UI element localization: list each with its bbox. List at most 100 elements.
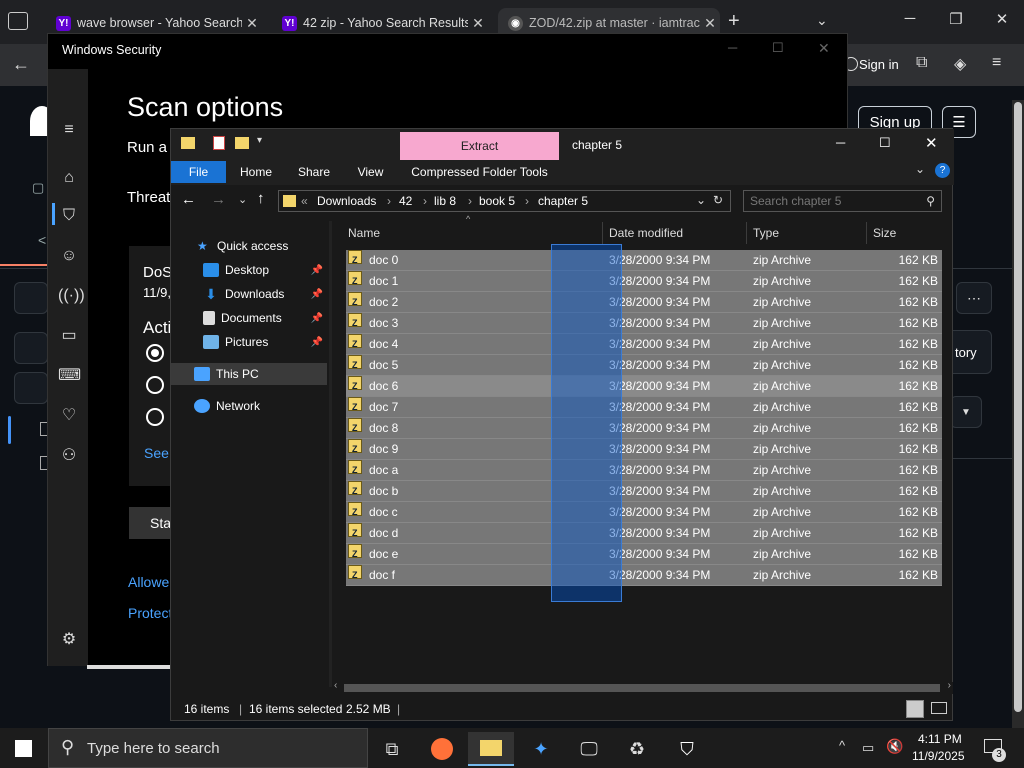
column-separator[interactable] bbox=[746, 222, 747, 244]
up-arrow-icon[interactable]: ↑ bbox=[257, 190, 265, 207]
qat-dropdown-icon[interactable]: ▾ bbox=[257, 135, 262, 146]
back-arrow-icon[interactable]: ← bbox=[12, 54, 30, 75]
file-row[interactable]: doc 8 3/28/2000 9:34 PM zip Archive 162 KB bbox=[346, 418, 942, 439]
allowed-threats-link[interactable]: Allowe bbox=[128, 574, 169, 590]
breadcrumb-downloads[interactable]: Downloads bbox=[317, 194, 376, 208]
close-icon[interactable]: ✕ bbox=[242, 15, 262, 32]
horizontal-scrollbar[interactable]: ‹ › bbox=[332, 680, 953, 694]
file-explorer-taskbar-icon[interactable] bbox=[468, 732, 514, 766]
properties-icon[interactable] bbox=[213, 136, 225, 150]
tab-view[interactable]: View bbox=[348, 161, 393, 183]
address-bar[interactable]: « Downloads › 42 › lib 8 › book 5 › chap… bbox=[278, 190, 731, 212]
file-row[interactable]: doc 3 3/28/2000 9:34 PM zip Archive 162 KB bbox=[346, 313, 942, 334]
firefox-icon[interactable] bbox=[419, 732, 465, 766]
page-scrollbar[interactable] bbox=[1012, 100, 1024, 728]
see-details-link[interactable]: See bbox=[144, 445, 169, 461]
radio-option-3[interactable] bbox=[146, 408, 164, 426]
file-row[interactable]: doc a 3/28/2000 9:34 PM zip Archive 162 KB bbox=[346, 460, 942, 481]
minimize-icon[interactable]: ─ bbox=[728, 40, 737, 55]
family-icon[interactable]: ⚇ bbox=[58, 445, 80, 467]
nav-network[interactable]: Network bbox=[171, 395, 327, 417]
file-row[interactable]: doc f 3/28/2000 9:34 PM zip Archive 162 KB bbox=[346, 565, 942, 586]
visual-studio-icon[interactable]: ✦ bbox=[518, 732, 564, 766]
protection-history-link[interactable]: Protect bbox=[128, 605, 172, 621]
extract-tab[interactable]: Extract bbox=[400, 132, 559, 160]
settings-gear-icon[interactable]: ⚙ bbox=[58, 629, 80, 651]
laptop-icon[interactable]: ⌨ bbox=[58, 365, 81, 387]
file-row[interactable]: doc b 3/28/2000 9:34 PM zip Archive 162 KB bbox=[346, 481, 942, 502]
recycle-app-icon[interactable]: ♻ bbox=[614, 732, 660, 766]
radio-option-2[interactable] bbox=[146, 376, 164, 394]
nav-documents[interactable]: Documents 📌 bbox=[171, 307, 327, 329]
extensions-icon[interactable]: ⧉ bbox=[916, 54, 927, 72]
file-row[interactable]: doc 2 3/28/2000 9:34 PM zip Archive 162 KB bbox=[346, 292, 942, 313]
scrollbar-thumb[interactable] bbox=[1014, 102, 1022, 712]
branch-button[interactable] bbox=[14, 332, 48, 364]
details-view-icon[interactable] bbox=[906, 700, 924, 718]
column-type[interactable]: Type bbox=[751, 222, 779, 244]
scroll-right-icon[interactable]: › bbox=[948, 680, 951, 691]
scroll-left-icon[interactable]: ‹ bbox=[334, 680, 337, 691]
file-row[interactable]: doc e 3/28/2000 9:34 PM zip Archive 162 KB bbox=[346, 544, 942, 565]
nav-desktop[interactable]: Desktop 📌 bbox=[171, 259, 327, 281]
shield-ext-icon[interactable]: ◈ bbox=[954, 54, 966, 74]
close-icon[interactable]: ✕ bbox=[925, 134, 938, 152]
windows-start-icon[interactable] bbox=[15, 740, 32, 757]
file-row[interactable]: doc 4 3/28/2000 9:34 PM zip Archive 162 KB bbox=[346, 334, 942, 355]
large-icons-view-icon[interactable] bbox=[931, 702, 947, 714]
folder-icon[interactable] bbox=[181, 137, 195, 149]
file-row[interactable]: doc 1 3/28/2000 9:34 PM zip Archive 162 KB bbox=[346, 271, 942, 292]
column-size[interactable]: Size bbox=[871, 222, 896, 244]
breadcrumb-42[interactable]: 42 bbox=[399, 194, 412, 208]
column-date-modified[interactable]: Date modified bbox=[607, 222, 683, 244]
help-icon[interactable]: ? bbox=[935, 163, 950, 178]
new-tab-button[interactable]: + bbox=[728, 10, 740, 33]
minimize-icon[interactable]: ─ bbox=[836, 135, 845, 150]
nav-this-pc[interactable]: This PC bbox=[171, 363, 327, 385]
clock-date[interactable]: 11/9/2025 bbox=[912, 749, 965, 763]
taskbar-search-input[interactable]: ⚲ Type here to search bbox=[48, 728, 368, 768]
breadcrumb-overflow[interactable]: « bbox=[301, 194, 308, 208]
close-window-icon[interactable]: ✕ bbox=[982, 10, 1022, 28]
breadcrumb-book5[interactable]: book 5 bbox=[479, 194, 515, 208]
sidebar-toggle-icon[interactable] bbox=[14, 282, 48, 314]
column-separator[interactable] bbox=[866, 222, 867, 244]
ribbon-expand-icon[interactable]: ⌄ bbox=[915, 162, 925, 176]
recent-dropdown-icon[interactable]: ⌄ bbox=[238, 193, 247, 206]
column-name[interactable]: Name bbox=[346, 222, 380, 244]
file-row[interactable]: doc c 3/28/2000 9:34 PM zip Archive 162 KB bbox=[346, 502, 942, 523]
maximize-icon[interactable]: ☐ bbox=[879, 135, 891, 151]
tab-list-chevron-icon[interactable]: ⌄ bbox=[816, 12, 828, 29]
scrollbar-thumb[interactable] bbox=[344, 684, 940, 692]
windows-security-taskbar-icon[interactable]: ⛉ bbox=[664, 732, 710, 766]
file-row[interactable]: doc d 3/28/2000 9:34 PM zip Archive 162 KB bbox=[346, 523, 942, 544]
volume-muted-icon[interactable]: 🔇 bbox=[886, 738, 903, 755]
file-row[interactable]: doc 9 3/28/2000 9:34 PM zip Archive 162 KB bbox=[346, 439, 942, 460]
tab-share[interactable]: Share bbox=[291, 161, 337, 183]
nav-pictures[interactable]: Pictures 📌 bbox=[171, 331, 327, 353]
show-hidden-icons[interactable]: ^ bbox=[839, 738, 845, 753]
network-icon[interactable]: ((·)) bbox=[58, 285, 85, 307]
task-view-icon[interactable]: ⧉ bbox=[369, 732, 415, 766]
tab-compressed-folder-tools[interactable]: Compressed Folder Tools bbox=[400, 161, 559, 183]
nav-downloads[interactable]: ⬇ Downloads 📌 bbox=[171, 283, 327, 305]
close-icon[interactable]: ✕ bbox=[468, 15, 488, 32]
close-icon[interactable]: ✕ bbox=[700, 15, 720, 32]
close-icon[interactable]: ✕ bbox=[818, 40, 830, 57]
nav-quick-access[interactable]: ★ Quick access bbox=[171, 235, 327, 257]
column-separator[interactable] bbox=[602, 222, 603, 244]
more-options-button[interactable]: ⋯ bbox=[956, 282, 992, 314]
heart-icon[interactable]: ♡ bbox=[58, 405, 80, 427]
address-dropdown-icon[interactable]: ⌄ bbox=[696, 193, 706, 207]
file-row[interactable]: doc 7 3/28/2000 9:34 PM zip Archive 162 KB bbox=[346, 397, 942, 418]
file-row[interactable]: doc 5 3/28/2000 9:34 PM zip Archive 162 KB bbox=[346, 355, 942, 376]
network-status-icon[interactable]: ▭ bbox=[862, 740, 874, 756]
refresh-icon[interactable]: ↻ bbox=[713, 193, 723, 207]
clock-time[interactable]: 4:11 PM bbox=[918, 732, 962, 746]
file-row[interactable]: doc 0 3/28/2000 9:34 PM zip Archive 162 KB bbox=[346, 250, 942, 271]
search-file-button[interactable] bbox=[14, 372, 48, 404]
new-folder-icon[interactable] bbox=[235, 137, 249, 149]
app-browser-icon[interactable]: ▭ bbox=[58, 325, 80, 347]
tab-actions-icon[interactable] bbox=[8, 12, 28, 30]
minimize-icon[interactable]: ─ bbox=[890, 10, 930, 27]
